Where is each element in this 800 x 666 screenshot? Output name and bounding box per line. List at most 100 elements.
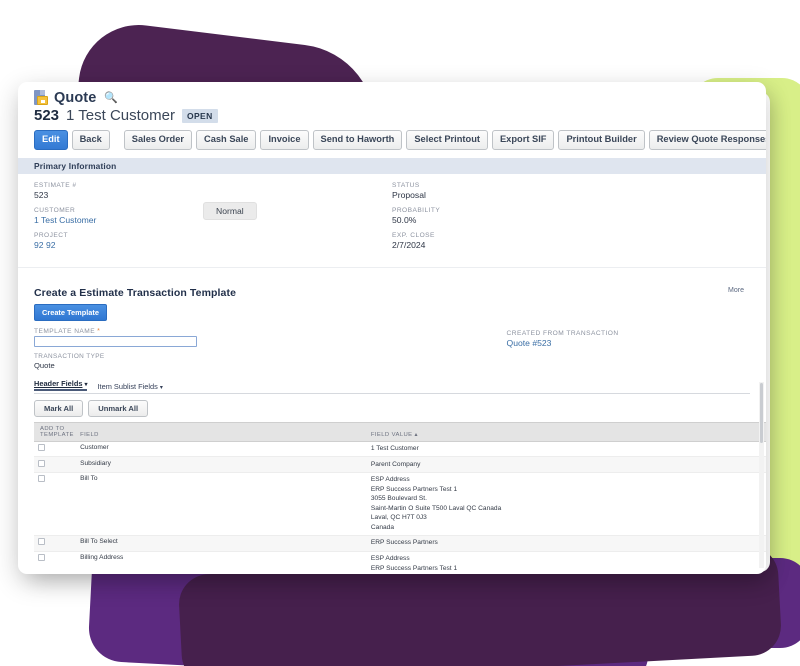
row-field-value-line: 3055 Boulevard St. — [370, 495, 427, 503]
table-row[interactable]: Billing Address ESP Address ERP Success Pa… — [34, 551, 766, 574]
row-field-value-line: ERP Success Partners — [370, 539, 438, 547]
field-value[interactable]: 92 92 — [34, 240, 392, 250]
table-row[interactable]: Bill To ESP Address ERP Success Partners T… — [34, 472, 766, 536]
table-row[interactable]: Subsidiary Parent Company — [34, 456, 766, 473]
transaction-type-label: TRANSACTION TYPE — [34, 352, 105, 360]
sublist-tab-label: Item Sublist Fields — [97, 381, 158, 391]
template-name-label: TEMPLATE NAME * — [34, 328, 507, 335]
transaction-type-value: Quote — [34, 360, 55, 370]
record-header: Quote 🔍 523 1 Test Customer OPEN Edit Bac… — [18, 82, 766, 150]
row-checkbox-cell — [34, 535, 77, 552]
table-header-row: ADD TO TEMPLATE FIELD FIELD VALUE ▴ — [34, 421, 766, 442]
sublist-tab-label: Header Fields — [34, 378, 83, 388]
quote-document-icon — [34, 90, 48, 106]
created-from-label: CREATED FROM TRANSACTION — [506, 329, 619, 337]
column-field[interactable]: FIELD — [76, 421, 367, 442]
row-field-value-line: ERP Success Partners Test 1 — [370, 564, 458, 572]
row-field-name: Bill To Select — [76, 535, 367, 552]
table-row[interactable]: Bill To Select ERP Success Partners — [34, 535, 766, 552]
template-form-left: TEMPLATE NAME * TRANSACTION TYPE Quote — [34, 328, 507, 370]
template-form-right: CREATED FROM TRANSACTION Quote #523 — [507, 328, 750, 370]
row-field-value: Parent Company — [366, 456, 766, 473]
field-value: 2/7/2024 — [392, 239, 426, 250]
column-add-to-template[interactable]: ADD TO TEMPLATE — [34, 421, 77, 442]
add-to-template-checkbox[interactable] — [38, 475, 45, 483]
record-type-label: Quote — [54, 90, 97, 106]
required-asterisk-icon: * — [97, 327, 101, 335]
chevron-down-icon: ▾ — [84, 381, 88, 388]
section-divider — [18, 266, 766, 281]
primary-information-band: Primary Information — [18, 157, 766, 174]
template-form: TEMPLATE NAME * TRANSACTION TYPE Quote CR… — [34, 328, 750, 370]
add-to-template-checkbox[interactable] — [38, 444, 45, 452]
field-value: 523 — [34, 189, 49, 200]
row-field-value: ESP AddressERP Success Partners Test 130… — [366, 551, 766, 574]
toolbar-button-sales-order[interactable]: Sales Order — [123, 130, 192, 150]
record-customer-name: 1 Test Customer — [66, 107, 175, 124]
row-field-value-line: Parent Company — [370, 460, 421, 468]
toolbar-button-cash-sale[interactable]: Cash Sale — [196, 130, 257, 150]
row-field-value-line: Laval, QC H7T 0J3 — [370, 514, 427, 522]
row-field-value-line: ESP Address — [370, 476, 410, 484]
toolbar-button-export-sif[interactable]: Export SIF — [491, 130, 555, 150]
sublist-tab-item-sublist-fields[interactable]: Item Sublist Fields ▾ — [97, 382, 162, 391]
row-field-value-line: ESP Address — [370, 555, 410, 563]
field-label: EXP. CLOSE — [392, 231, 435, 239]
column-field-value[interactable]: FIELD VALUE ▴ — [366, 421, 766, 442]
field-group-status: STATUS Proposal — [392, 182, 750, 200]
primary-info-right-column: STATUS Proposal PROBABILITY 50.0% EXP. CLOSE… — [392, 182, 750, 257]
template-name-label-text: TEMPLATE NAME — [34, 327, 96, 335]
row-checkbox-cell — [34, 472, 77, 536]
netsuite-record-window: Quote 🔍 523 1 Test Customer OPEN Edit Bac… — [18, 82, 766, 574]
record-action-toolbar: Edit Back Sales Order Cash Sale Invoice Send … — [34, 130, 766, 150]
row-field-name: Billing Address — [76, 551, 367, 574]
field-value: Proposal — [392, 189, 426, 200]
row-field-name: Bill To — [76, 472, 367, 536]
field-label: PROJECT — [34, 231, 68, 239]
row-checkbox-cell — [34, 456, 77, 473]
add-to-template-checkbox[interactable] — [38, 554, 45, 562]
add-to-template-checkbox[interactable] — [38, 459, 45, 467]
row-field-value-line: Canada — [370, 523, 394, 531]
toolbar-button-select-printout[interactable]: Select Printout — [406, 130, 488, 150]
field-group-project: PROJECT 92 92 — [34, 232, 392, 250]
toolbar-button-invoice[interactable]: Invoice — [260, 130, 309, 150]
unmark-all-button[interactable]: Unmark All — [88, 399, 149, 417]
field-label: ESTIMATE # — [34, 181, 77, 189]
row-field-value-line: ERP Success Partners Test 1 — [370, 485, 458, 493]
more-link[interactable]: More — [728, 287, 744, 294]
field-label: STATUS — [392, 181, 420, 189]
field-group-probability: PROBABILITY 50.0% — [392, 207, 750, 225]
record-title-row: Quote 🔍 — [34, 90, 750, 106]
row-checkbox-cell — [34, 551, 77, 574]
toolbar-button-edit[interactable]: Edit — [34, 130, 68, 150]
row-field-value-line: Saint-Martin O Suite T500 Laval QC Canad… — [370, 504, 502, 512]
field-group-estimate: ESTIMATE #523 — [34, 182, 392, 200]
record-identity-row: 523 1 Test Customer OPEN — [34, 107, 750, 124]
table-scrollbar[interactable] — [759, 382, 764, 568]
field-value: 50.0% — [392, 214, 417, 225]
row-field-value: ERP Success Partners — [366, 535, 766, 552]
add-to-template-checkbox[interactable] — [38, 538, 45, 546]
row-field-value-line: 1 Test Customer — [370, 445, 419, 453]
table-row[interactable]: Customer 1 Test Customer — [34, 441, 766, 458]
section-title: Create a Estimate Transaction Template — [34, 286, 237, 299]
sublist-tab-header-fields[interactable]: Header Fields ▾ — [34, 378, 88, 391]
created-from-link[interactable]: Quote #523 — [507, 338, 750, 348]
field-group-exp-close: EXP. CLOSE 2/7/2024 — [392, 232, 750, 250]
mark-all-button[interactable]: Mark All — [34, 399, 84, 417]
toolbar-button-review-quote-responses[interactable]: Review Quote Responses — [648, 130, 766, 150]
chevron-down-icon: ▾ — [159, 384, 163, 391]
sublist-tab-bar: Header Fields ▾ Item Sublist Fields ▾ — [34, 379, 750, 394]
search-icon[interactable]: 🔍 — [104, 92, 118, 104]
toolbar-button-printout-builder[interactable]: Printout Builder — [558, 130, 645, 150]
template-name-input[interactable] — [34, 335, 197, 347]
row-field-value: ESP AddressERP Success Partners Test 1 30… — [366, 472, 766, 536]
toolbar-button-back[interactable]: Back — [71, 130, 110, 150]
record-number: 523 — [34, 107, 60, 124]
create-template-button[interactable]: Create Template — [34, 303, 107, 321]
header-fields-table: ADD TO TEMPLATE FIELD FIELD VALUE ▴ Cust… — [34, 421, 766, 574]
mark-buttons-row: Mark All Unmark All — [18, 394, 766, 422]
row-field-value: 1 Test Customer — [366, 441, 766, 458]
toolbar-button-send-to-haworth[interactable]: Send to Haworth — [312, 130, 403, 150]
